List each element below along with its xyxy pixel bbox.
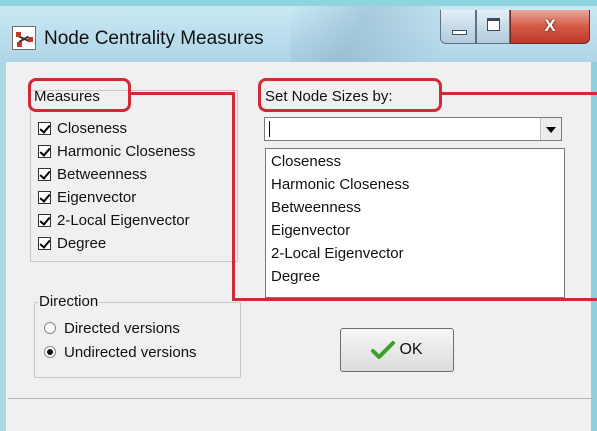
direction-group-title: Direction — [38, 293, 100, 310]
annotation-box-measures — [28, 78, 131, 112]
checkbox-harmonic-closeness[interactable]: Harmonic Closeness — [38, 141, 195, 161]
node-size-list[interactable]: Closeness Harmonic Closeness Betweenness… — [265, 148, 565, 298]
checkbox-label: Degree — [57, 234, 107, 252]
maximize-button[interactable] — [476, 10, 510, 44]
bottom-divider — [8, 398, 593, 399]
node-size-combo[interactable] — [264, 117, 562, 141]
annotation-connector-line — [129, 92, 234, 95]
checkbox-checked-icon[interactable] — [38, 236, 51, 250]
checkbox-label: Betweenness — [57, 165, 148, 183]
title-bar[interactable]: Node Centrality Measures X — [0, 0, 597, 62]
radio-directed-versions[interactable]: Directed versions — [44, 318, 180, 338]
checkmark-icon — [371, 341, 396, 359]
close-button[interactable]: X — [510, 10, 590, 44]
annotation-connector-line — [440, 92, 597, 95]
chevron-down-icon[interactable] — [540, 118, 561, 140]
checkbox-label: 2-Local Eigenvector — [57, 211, 190, 229]
list-item-harmonic-closeness[interactable]: Harmonic Closeness — [271, 176, 409, 193]
checkbox-betweenness[interactable]: Betweenness — [38, 164, 147, 184]
list-item-2-local-eigenvector[interactable]: 2-Local Eigenvector — [271, 245, 404, 262]
checkbox-label: Closeness — [57, 119, 128, 137]
checkbox-checked-icon[interactable] — [38, 144, 51, 158]
window-controls: X — [440, 10, 590, 46]
ok-button-label: OK — [399, 341, 423, 358]
list-item-betweenness[interactable]: Betweenness — [271, 199, 361, 216]
radio-undirected-versions[interactable]: Undirected versions — [44, 342, 197, 362]
checkbox-closeness[interactable]: Closeness — [38, 118, 127, 138]
radio-label: Directed versions — [64, 319, 180, 337]
checkbox-checked-icon[interactable] — [38, 213, 51, 227]
list-item-closeness[interactable]: Closeness — [271, 153, 341, 170]
list-item-eigenvector[interactable]: Eigenvector — [271, 222, 350, 239]
checkbox-label: Harmonic Closeness — [57, 142, 196, 160]
text-cursor — [269, 121, 270, 137]
radio-unselected-icon[interactable] — [44, 322, 56, 334]
list-item-degree[interactable]: Degree — [271, 268, 320, 285]
radio-selected-icon[interactable] — [44, 346, 56, 358]
app-network-icon — [12, 26, 36, 50]
ok-button[interactable]: OK — [340, 328, 454, 372]
title-bar-glare — [290, 6, 440, 62]
annotation-connector-line — [232, 92, 235, 301]
close-icon: X — [544, 16, 556, 35]
checkbox-degree[interactable]: Degree — [38, 233, 106, 253]
checkbox-checked-icon[interactable] — [38, 167, 51, 181]
annotation-connector-line — [232, 298, 597, 301]
checkbox-checked-icon[interactable] — [38, 190, 51, 204]
direction-group — [34, 302, 241, 378]
checkbox-eigenvector[interactable]: Eigenvector — [38, 187, 136, 207]
checkbox-2-local-eigenvector[interactable]: 2-Local Eigenvector — [38, 210, 190, 230]
window-title: Node Centrality Measures — [44, 28, 264, 49]
checkbox-label: Eigenvector — [57, 188, 137, 206]
annotation-box-set-node-sizes — [258, 78, 442, 112]
radio-label: Undirected versions — [64, 343, 197, 361]
checkbox-checked-icon[interactable] — [38, 121, 51, 135]
minimize-button[interactable] — [440, 10, 476, 44]
window-frame-right — [591, 62, 597, 431]
